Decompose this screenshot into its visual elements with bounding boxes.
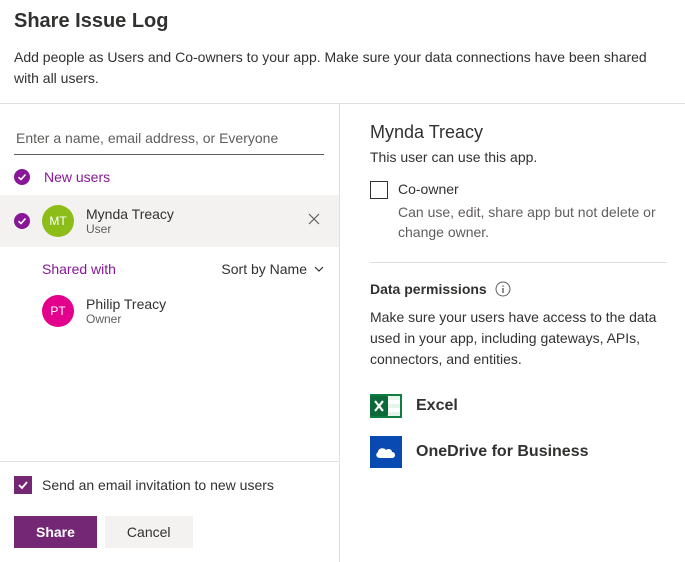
page-title: Share Issue Log xyxy=(14,10,671,33)
user-name: Philip Treacy xyxy=(86,296,325,312)
connector-label: Excel xyxy=(416,397,458,415)
connector-row-onedrive[interactable]: OneDrive for Business xyxy=(370,436,667,468)
send-email-checkbox[interactable] xyxy=(14,476,32,494)
sort-by-dropdown[interactable]: Sort by Name xyxy=(221,261,325,277)
new-users-section-label: New users xyxy=(0,159,339,195)
checkmark-icon xyxy=(16,478,30,492)
selected-user-subtitle: This user can use this app. xyxy=(370,149,667,165)
onedrive-icon xyxy=(370,436,402,468)
excel-icon xyxy=(370,390,402,422)
remove-user-icon[interactable] xyxy=(303,208,325,235)
new-user-row[interactable]: MT Mynda Treacy User xyxy=(0,195,339,247)
coowner-description: Can use, edit, share app but not delete … xyxy=(398,203,667,242)
cancel-button[interactable]: Cancel xyxy=(105,516,193,548)
data-permissions-description: Make sure your users have access to the … xyxy=(370,307,667,370)
info-icon[interactable] xyxy=(495,281,511,297)
connector-row-excel[interactable]: Excel xyxy=(370,390,667,422)
divider xyxy=(370,262,667,263)
send-email-checkbox-row[interactable]: Send an email invitation to new users xyxy=(0,462,339,508)
check-circle-icon xyxy=(14,169,30,185)
user-role: Owner xyxy=(86,312,325,326)
shared-user-row[interactable]: PT Philip Treacy Owner xyxy=(0,285,339,337)
shared-with-label: Shared with xyxy=(42,261,116,277)
check-circle-icon xyxy=(14,213,30,229)
left-panel: New users MT Mynda Treacy User Shared wi… xyxy=(0,104,340,562)
chevron-down-icon xyxy=(313,263,325,275)
avatar: PT xyxy=(42,295,74,327)
user-name: Mynda Treacy xyxy=(86,206,303,222)
right-panel: Mynda Treacy This user can use this app.… xyxy=(340,104,685,562)
coowner-label: Co-owner xyxy=(398,181,459,197)
shared-with-header: Shared with Sort by Name xyxy=(0,247,339,285)
coowner-checkbox[interactable] xyxy=(370,181,388,199)
user-role: User xyxy=(86,222,303,236)
selected-user-name: Mynda Treacy xyxy=(370,122,667,143)
data-permissions-title: Data permissions xyxy=(370,281,487,297)
connector-label: OneDrive for Business xyxy=(416,443,589,461)
send-email-label: Send an email invitation to new users xyxy=(42,477,274,493)
user-info: Mynda Treacy User xyxy=(86,206,303,236)
avatar: MT xyxy=(42,205,74,237)
page-description: Add people as Users and Co-owners to you… xyxy=(14,47,671,89)
share-button[interactable]: Share xyxy=(14,516,97,548)
people-search-input[interactable] xyxy=(14,122,324,155)
user-info: Philip Treacy Owner xyxy=(86,296,325,326)
dialog-header: Share Issue Log Add people as Users and … xyxy=(0,0,685,103)
